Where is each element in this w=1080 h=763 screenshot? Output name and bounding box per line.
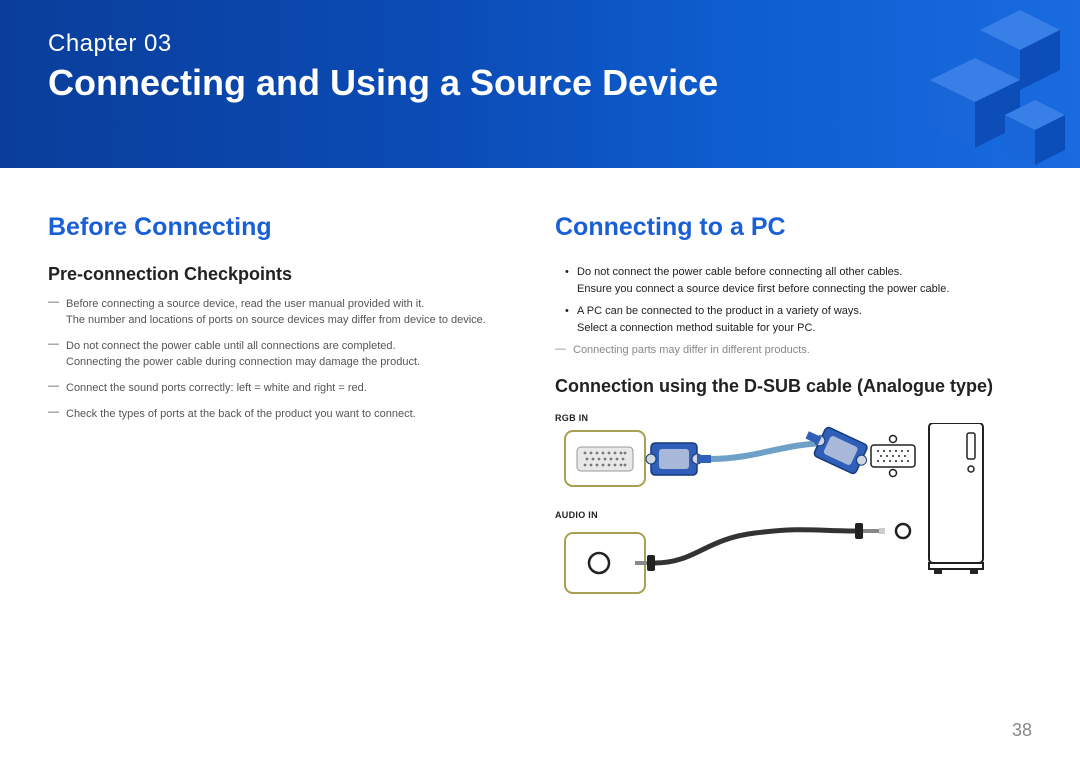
- rgb-in-label: RGB IN: [555, 413, 1032, 423]
- content-area: Before Connecting Pre-connection Checkpo…: [0, 168, 1080, 638]
- list-text: Do not connect the power cable until all…: [66, 339, 525, 355]
- checkpoints-list: Before connecting a source device, read …: [48, 297, 525, 423]
- list-text: Connecting the power cable during connec…: [66, 355, 525, 371]
- list-text: Ensure you connect a source device first…: [577, 283, 949, 295]
- connecting-pc-heading: Connecting to a PC: [555, 213, 1032, 242]
- list-text: Before connecting a source device, read …: [66, 297, 525, 313]
- list-text: Connect the sound ports correctly: left …: [66, 381, 525, 397]
- connecting-parts-note: Connecting parts may differ in different…: [555, 344, 1032, 356]
- list-text: A PC can be connected to the product in …: [577, 305, 862, 317]
- right-column: Connecting to a PC Do not connect the po…: [555, 213, 1032, 638]
- list-item: Connect the sound ports correctly: left …: [48, 381, 525, 397]
- list-text: Select a connection method suitable for …: [577, 322, 815, 334]
- dsub-connection-heading: Connection using the D-SUB cable (Analog…: [555, 376, 1032, 397]
- list-item: Check the types of ports at the back of …: [48, 407, 525, 423]
- list-item: Do not connect the power cable before co…: [555, 264, 1032, 297]
- list-item: Before connecting a source device, read …: [48, 297, 525, 329]
- list-text: Do not connect the power cable before co…: [577, 266, 902, 278]
- list-item: Do not connect the power cable until all…: [48, 339, 525, 371]
- chapter-banner: Chapter 03 Connecting and Using a Source…: [0, 0, 1080, 168]
- audio-in-label: AUDIO IN: [555, 510, 1032, 520]
- left-column: Before Connecting Pre-connection Checkpo…: [48, 213, 525, 638]
- connection-diagram: RGB IN: [555, 413, 1032, 638]
- page-number: 38: [1012, 720, 1032, 741]
- list-item: A PC can be connected to the product in …: [555, 303, 1032, 336]
- list-text: Check the types of ports at the back of …: [66, 407, 525, 423]
- connection-diagram-svg: [555, 423, 1015, 623]
- banner-cubes-graphic: [810, 0, 1070, 168]
- list-text: The number and locations of ports on sou…: [66, 313, 525, 329]
- preconnection-checkpoints-heading: Pre-connection Checkpoints: [48, 264, 525, 285]
- before-connecting-heading: Before Connecting: [48, 213, 525, 242]
- pc-bullets: Do not connect the power cable before co…: [555, 264, 1032, 336]
